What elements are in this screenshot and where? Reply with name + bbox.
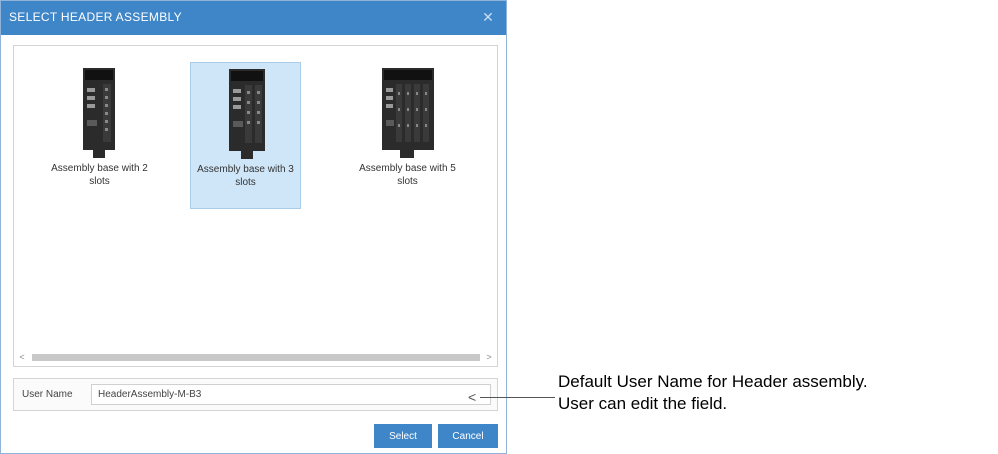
annotation-line-2: User can edit the field.	[558, 394, 728, 413]
assembly-tile-2-slots[interactable]: Assembly base with 2 slots	[44, 62, 155, 209]
select-button[interactable]: Select	[374, 424, 432, 448]
assembly-label: Assembly base with 3 slots	[197, 164, 294, 188]
horizontal-scrollbar[interactable]: < >	[16, 350, 495, 364]
callout-line	[480, 397, 555, 398]
assembly-list-panel: Assembly base with 2 slots Assembly base…	[13, 45, 498, 367]
cancel-button[interactable]: Cancel	[438, 424, 498, 448]
assembly-tile-5-slots[interactable]: Assembly base with 5 slots	[352, 62, 463, 209]
dialog-titlebar: SELECT HEADER ASSEMBLY ✕	[1, 1, 506, 35]
assembly-label: Assembly base with 5 slots	[359, 163, 456, 187]
chevron-left-icon[interactable]: <	[16, 350, 28, 364]
annotation-text: Default User Name for Header assembly. U…	[558, 371, 868, 415]
chevron-right-icon[interactable]: >	[483, 350, 495, 364]
assembly-3-slots-image	[229, 69, 265, 159]
scrollbar-thumb[interactable]	[32, 354, 480, 361]
dialog-title: SELECT HEADER ASSEMBLY	[9, 10, 182, 24]
annotation-line-1: Default User Name for Header assembly.	[558, 372, 868, 391]
callout-arrow-icon: <	[468, 389, 477, 405]
close-icon[interactable]: ✕	[480, 9, 496, 25]
user-name-input[interactable]	[91, 384, 491, 405]
assembly-2-slots-image	[83, 68, 115, 158]
assembly-tile-3-slots[interactable]: Assembly base with 3 slots	[190, 62, 301, 209]
user-name-row: User Name	[13, 378, 498, 411]
assembly-label: Assembly base with 2 slots	[51, 163, 148, 187]
assembly-5-slots-image	[382, 68, 434, 158]
user-name-label: User Name	[22, 389, 73, 400]
select-header-assembly-dialog: SELECT HEADER ASSEMBLY ✕ Assembly base w…	[0, 0, 507, 454]
